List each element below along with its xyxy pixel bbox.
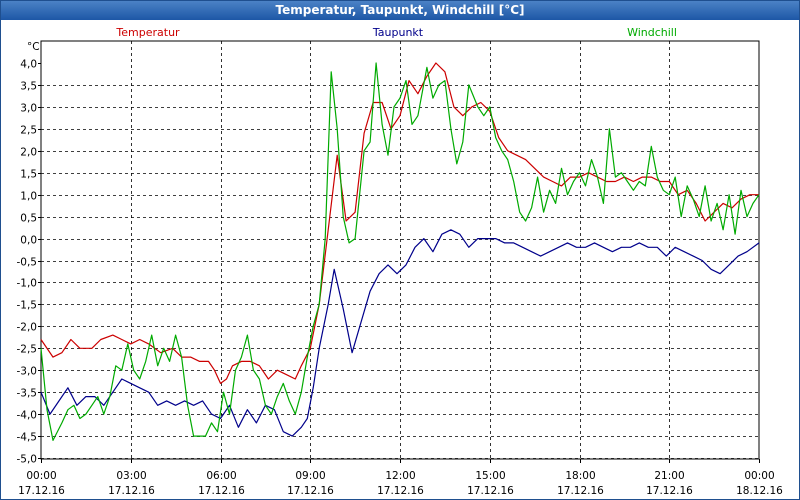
legend-windchill: Windchill xyxy=(627,26,677,39)
y-tick-label: -0,5 xyxy=(17,257,38,269)
y-axis-unit: °C xyxy=(27,41,40,53)
y-tick-label: -4,0 xyxy=(17,410,38,422)
x-tick-date: 17.12.16 xyxy=(198,485,245,497)
x-tick-date: 18.12.16 xyxy=(736,485,783,497)
x-tick-time: 06:00 xyxy=(206,470,236,482)
y-tick-label: -1,0 xyxy=(17,278,38,290)
x-tick-time: 00:00 xyxy=(744,470,774,482)
y-tick-label: 4,0 xyxy=(20,59,37,71)
series-line-temperatur xyxy=(40,62,759,384)
y-tick-label: 1,5 xyxy=(20,169,37,181)
y-tick-label: -2,0 xyxy=(17,322,38,334)
x-tick-date: 17.12.16 xyxy=(467,485,514,497)
x-tick-time: 12:00 xyxy=(385,470,415,482)
plot-frame xyxy=(40,40,760,460)
y-tick-label: 0,0 xyxy=(20,235,37,247)
y-tick-label: -1,5 xyxy=(17,300,38,312)
x-tick-time: 03:00 xyxy=(116,470,146,482)
x-tick-time: 09:00 xyxy=(295,470,325,482)
x-tick-time: 18:00 xyxy=(565,470,595,482)
grid xyxy=(41,41,759,459)
y-axis: 4,0 3,5 3,0 2,5 2,0 1,5 1,0 0,5 0,0 -0,5 -1,0 -1,5 -… xyxy=(17,59,41,466)
y-tick-label: -4,5 xyxy=(17,432,38,444)
y-tick-label: 3,5 xyxy=(20,81,37,93)
series-lines xyxy=(40,62,760,441)
y-tick-label: -5,0 xyxy=(17,454,38,466)
series-line-taupunkt xyxy=(40,229,760,437)
x-tick-date: 17.12.16 xyxy=(646,485,693,497)
x-tick-date: 17.12.16 xyxy=(108,485,155,497)
y-tick-label: -2,5 xyxy=(17,344,38,356)
x-tick-time: 00:00 xyxy=(26,470,56,482)
y-tick-label: -3,0 xyxy=(17,366,38,378)
x-tick-time: 21:00 xyxy=(654,470,684,482)
chart-canvas: °C Temperatur Taupunkt Windchill 4,0 3,5 3… xyxy=(17,26,784,497)
y-tick-label: 2,0 xyxy=(20,147,37,159)
legend-taupunkt: Taupunkt xyxy=(372,26,424,39)
y-tick-label: 0,5 xyxy=(20,213,37,225)
x-tick-date: 17.12.16 xyxy=(557,485,604,497)
x-tick-time: 15:00 xyxy=(475,470,505,482)
y-tick-label: -3,5 xyxy=(17,388,38,400)
x-tick-date: 17.12.16 xyxy=(377,485,424,497)
x-tick-date: 17.12.16 xyxy=(18,485,65,497)
legend-temperatur: Temperatur xyxy=(115,26,180,39)
x-tick-date: 17.12.16 xyxy=(287,485,334,497)
x-axis: 00:00 17.12.16 03:00 17.12.16 06:00 17.12.16 0… xyxy=(18,459,783,497)
y-tick-label: 2,5 xyxy=(20,125,37,137)
series-line-windchill xyxy=(40,62,760,441)
y-tick-label: 3,0 xyxy=(20,103,37,115)
y-tick-label: 1,0 xyxy=(20,191,37,203)
